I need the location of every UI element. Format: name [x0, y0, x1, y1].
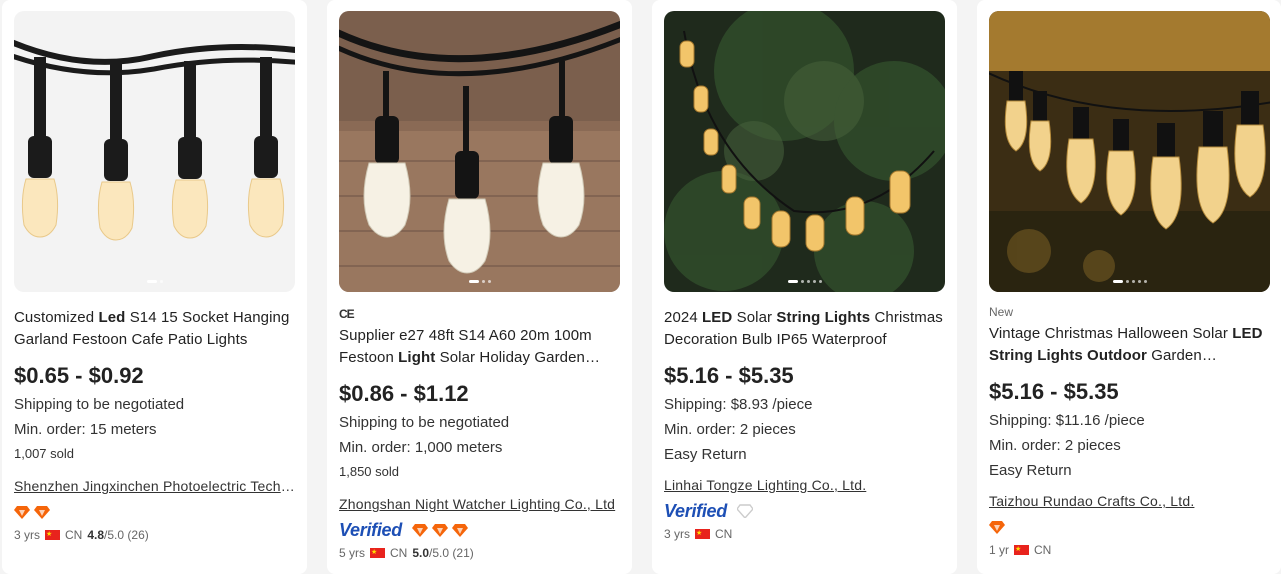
- supplier-link[interactable]: Shenzhen Jingxinchen Photoelectric Techn…: [14, 476, 297, 496]
- new-tag: New: [989, 305, 1014, 319]
- china-flag-icon: [370, 545, 386, 561]
- rating: 4.8/5.0 (26): [87, 527, 148, 543]
- title-keyword: LED: [702, 309, 733, 326]
- grey-diamond-icon: [736, 504, 754, 520]
- diamond-icon: [34, 505, 50, 519]
- product-price: $0.86 - $1.12: [339, 381, 469, 406]
- diamond-icon: [451, 523, 468, 537]
- title-keyword: String Lights: [776, 309, 871, 326]
- product-card[interactable]: New Vintage Christmas Halloween Solar LE…: [977, 0, 1281, 574]
- easy-return: Easy Return: [989, 462, 1072, 479]
- diamond-icon: [411, 523, 428, 537]
- shipping-info: Shipping to be negotiated: [14, 396, 185, 413]
- rating-value: 5.0: [412, 546, 430, 560]
- years-active: 3 yrs: [664, 527, 691, 541]
- country-code: CN: [1034, 543, 1052, 557]
- country-code: CN: [65, 528, 83, 542]
- product-price: $5.16 - $5.35: [664, 363, 794, 388]
- shipping-info: Shipping: $8.93 /piece: [664, 396, 813, 413]
- years-active: 1 yr: [989, 543, 1010, 557]
- supplier-link[interactable]: Linhai Tongze Lighting Co., Ltd.: [664, 475, 947, 495]
- sold-count: 1,007 sold: [14, 446, 74, 461]
- product-price: $0.65 - $0.92: [14, 363, 144, 388]
- years-active: 3 yrs: [14, 528, 41, 542]
- carousel-dots[interactable]: [14, 280, 295, 283]
- supplier-meta: 5 yrs CN 5.0/5.0 (21): [339, 545, 622, 561]
- product-image[interactable]: [339, 11, 620, 292]
- product-title[interactable]: 2024 LED Solar String Lights Christmas D…: [664, 307, 947, 351]
- rating-max: /5.0 (26): [104, 528, 149, 542]
- title-text: Customized: [14, 309, 99, 326]
- diamond-icon: [14, 505, 30, 519]
- min-order: Min. order: 1,000 meters: [339, 439, 503, 456]
- title-text: Vintage Christmas Halloween Solar: [989, 325, 1233, 342]
- rating: 5.0/5.0 (21): [412, 545, 473, 561]
- supplier-meta: 3 yrs CN 4.8/5.0 (26): [14, 527, 297, 543]
- supplier-link[interactable]: Taizhou Rundao Crafts Co., Ltd.: [989, 491, 1271, 511]
- china-flag-icon: [1014, 542, 1030, 558]
- supplier-badges: [14, 501, 297, 523]
- product-image[interactable]: [664, 11, 945, 292]
- country-code: CN: [390, 546, 408, 560]
- supplier-badges: [989, 516, 1271, 538]
- diamond-icon: [989, 520, 1005, 534]
- supplier-link[interactable]: Zhongshan Night Watcher Lighting Co., Lt…: [339, 494, 622, 514]
- min-order: Min. order: 15 meters: [14, 421, 157, 438]
- carousel-dots[interactable]: [664, 280, 945, 283]
- product-image[interactable]: [989, 11, 1270, 292]
- country-code: CN: [715, 527, 733, 541]
- china-flag-icon: [695, 526, 711, 542]
- product-price: $5.16 - $5.35: [989, 379, 1119, 404]
- title-text: 2024: [664, 309, 703, 326]
- ce-cert-icon: CE: [339, 307, 355, 321]
- supplier-badges: Verified: [339, 519, 622, 541]
- product-title[interactable]: Vintage Christmas Halloween Solar LED St…: [989, 323, 1271, 367]
- verified-badge[interactable]: Verified: [664, 501, 727, 522]
- verified-badge[interactable]: Verified: [339, 520, 402, 541]
- supplier-badges: Verified: [664, 500, 947, 522]
- product-title[interactable]: Customized Led S14 15 Socket Hanging Gar…: [14, 307, 297, 351]
- product-title[interactable]: Supplier e27 48ft S14 A60 20m 100m Festo…: [339, 325, 622, 369]
- min-order: Min. order: 2 pieces: [989, 437, 1121, 454]
- title-text: Solar: [732, 309, 777, 326]
- rating-value: 4.8: [87, 528, 105, 542]
- title-keyword: Led: [98, 309, 126, 326]
- supplier-meta: 1 yr CN: [989, 542, 1271, 558]
- product-card[interactable]: 2024 LED Solar String Lights Christmas D…: [652, 0, 957, 574]
- product-card[interactable]: CE Supplier e27 48ft S14 A60 20m 100m Fe…: [327, 0, 632, 574]
- min-order: Min. order: 2 pieces: [664, 421, 796, 438]
- diamond-icon: [431, 523, 448, 537]
- china-flag-icon: [45, 527, 61, 543]
- sold-count: 1,850 sold: [339, 464, 399, 479]
- title-keyword: Light: [398, 349, 436, 366]
- supplier-meta: 3 yrs CN: [664, 526, 947, 542]
- years-active: 5 yrs: [339, 546, 366, 560]
- rating-max: /5.0 (21): [429, 546, 474, 560]
- carousel-dots[interactable]: [989, 280, 1270, 283]
- easy-return: Easy Return: [664, 446, 747, 463]
- shipping-info: Shipping: $11.16 /piece: [989, 412, 1145, 429]
- product-image[interactable]: [14, 11, 295, 292]
- product-card[interactable]: Customized Led S14 15 Socket Hanging Gar…: [2, 0, 307, 574]
- carousel-dots[interactable]: [339, 280, 620, 283]
- shipping-info: Shipping to be negotiated: [339, 414, 510, 431]
